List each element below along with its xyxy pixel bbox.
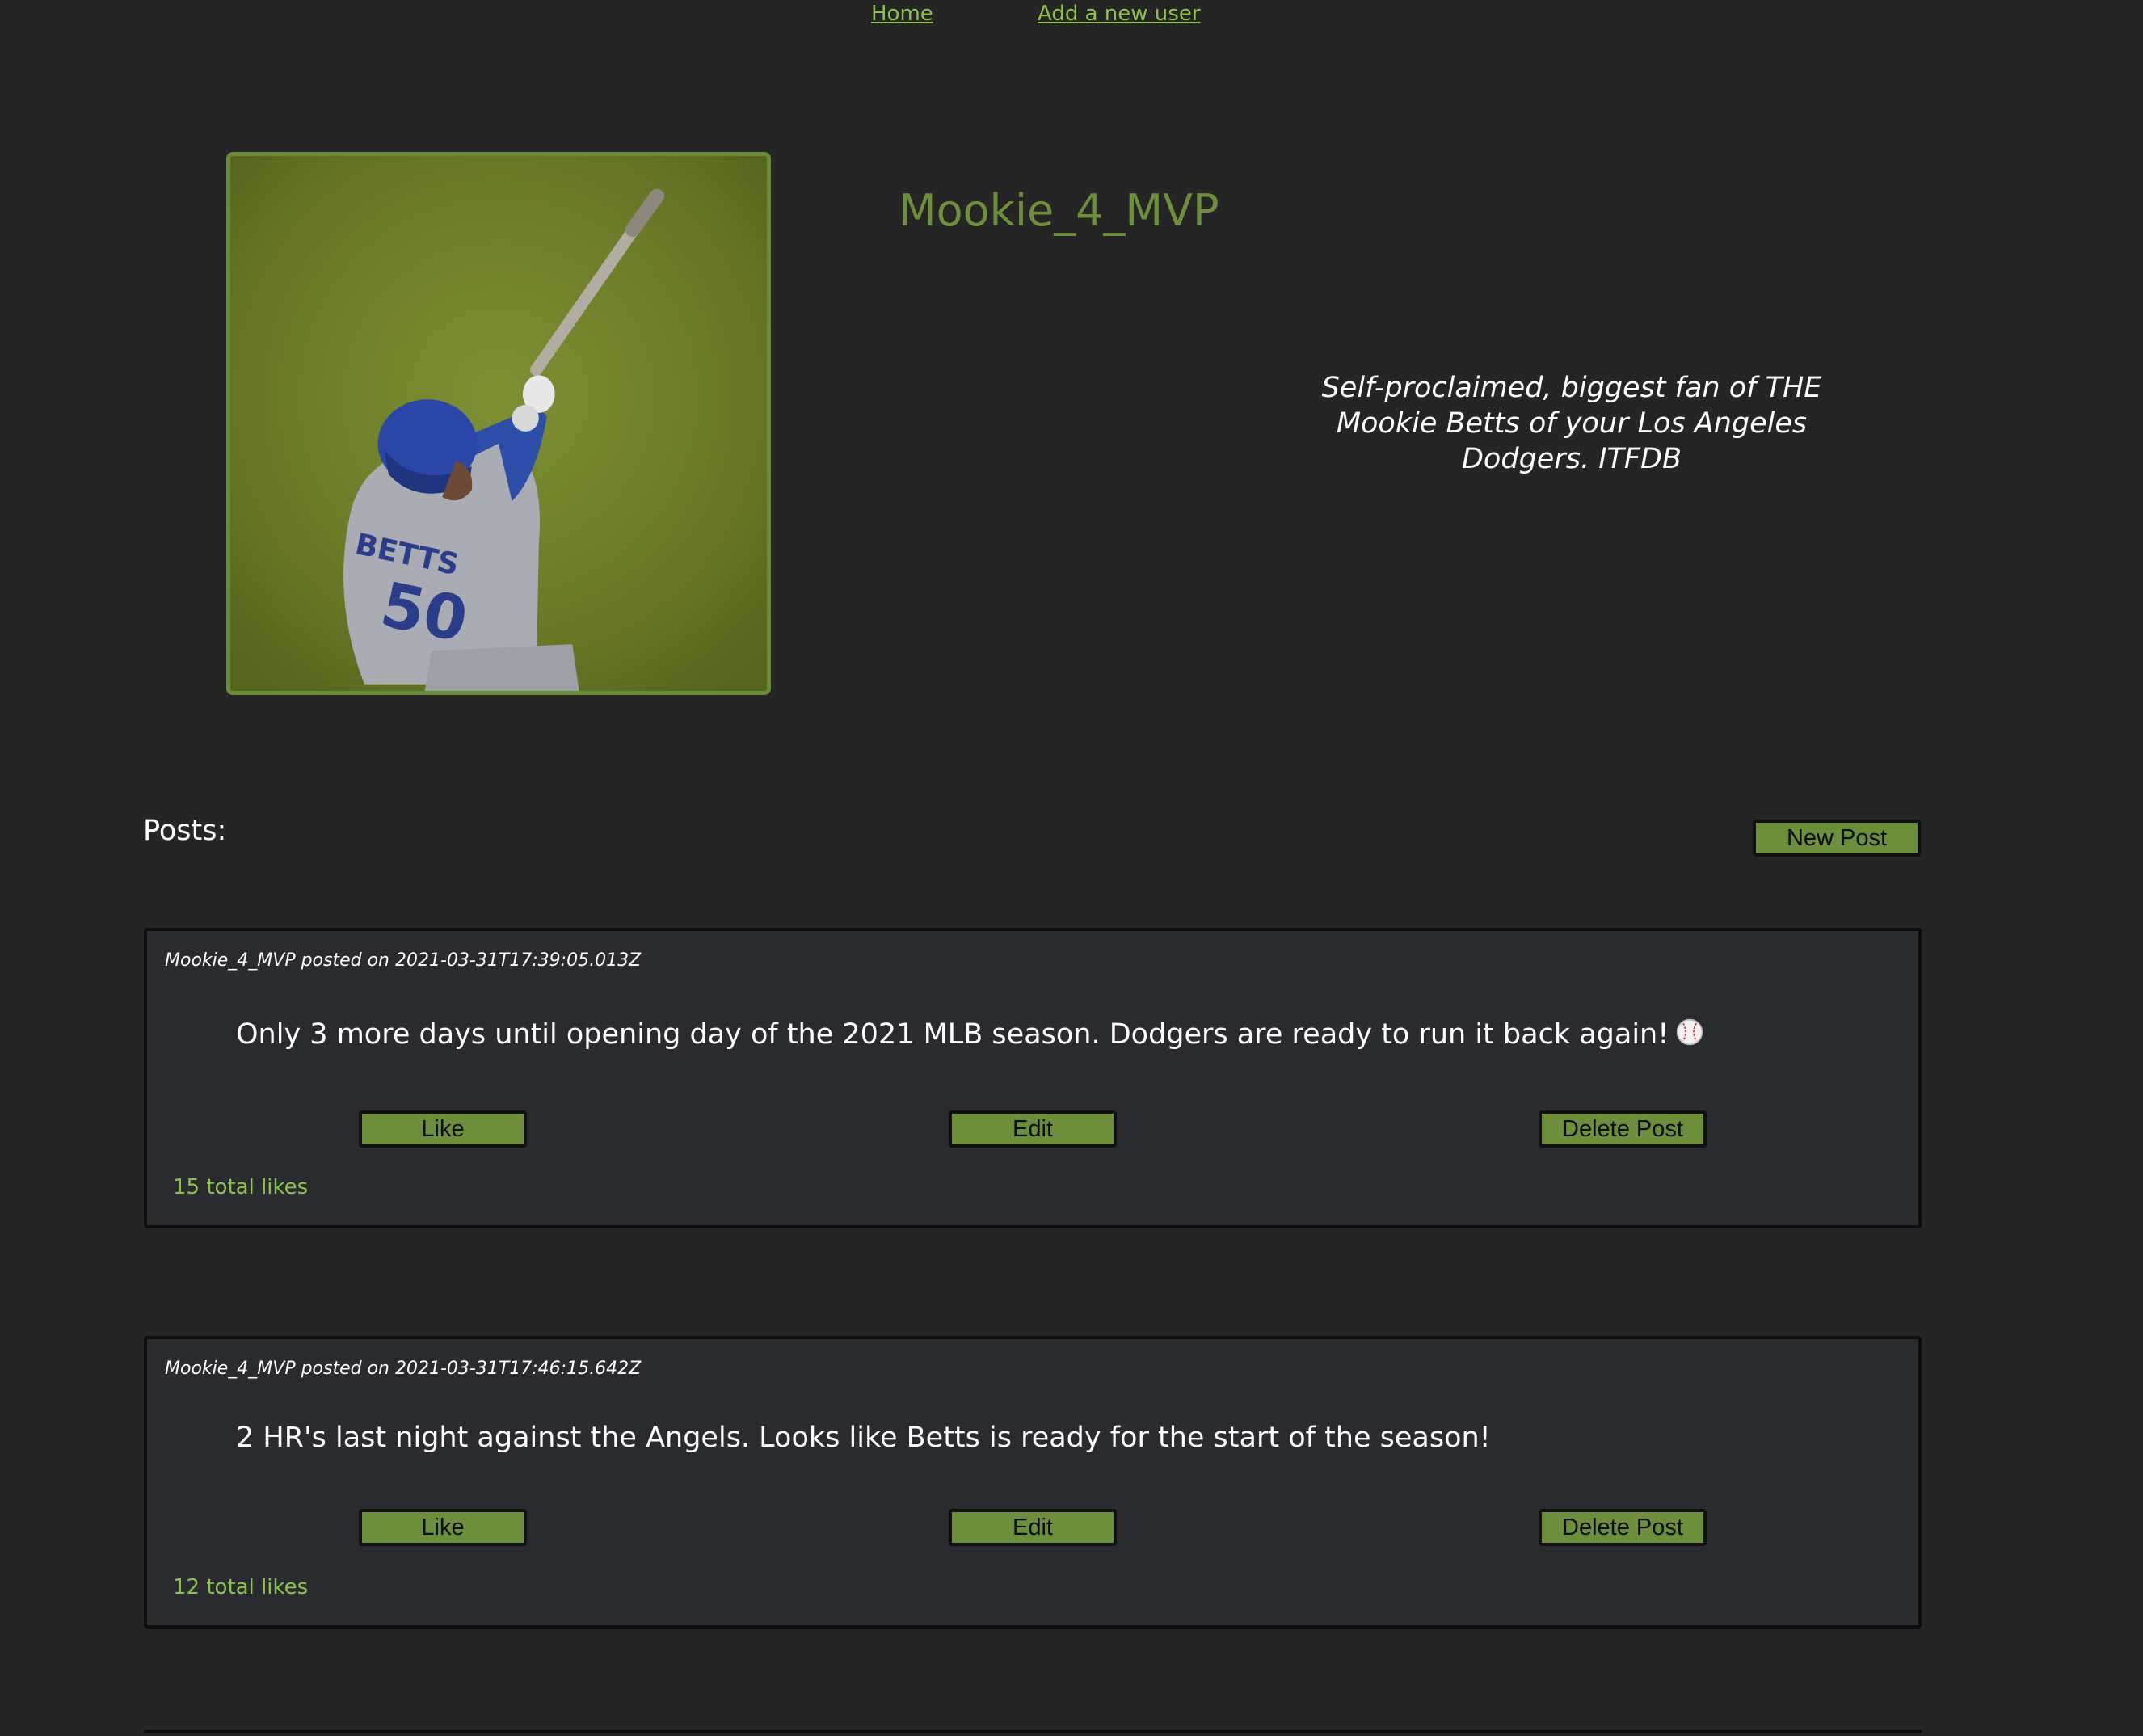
new-post-button[interactable]: New Post [1753,820,1921,857]
like-button[interactable]: Like [359,1509,527,1546]
post-body: Only 3 more days until opening day of th… [236,1015,1704,1054]
likes-count: 12 total likes [173,1575,309,1599]
baseball-icon [1677,1018,1703,1046]
likes-count: 15 total likes [173,1175,309,1199]
post-card: Mookie_4_MVP posted on 2021-03-31T17:39:… [144,928,1922,1228]
profile-avatar: BETTS 50 [226,152,771,695]
next-post-card-edge [144,1730,1922,1736]
like-button[interactable]: Like [359,1110,527,1148]
edit-button[interactable]: Edit [949,1509,1117,1546]
profile-bio: Self-proclaimed, biggest fan of THE Mook… [1321,372,1822,475]
post-meta: Mookie_4_MVP posted on 2021-03-31T17:39:… [165,950,642,971]
post-card: Mookie_4_MVP posted on 2021-03-31T17:46:… [144,1336,1922,1629]
delete-post-button[interactable]: Delete Post [1539,1509,1707,1546]
post-meta: Mookie_4_MVP posted on 2021-03-31T17:46:… [165,1359,642,1379]
delete-post-button[interactable]: Delete Post [1539,1110,1707,1148]
baseball-player-photo: BETTS 50 [230,156,767,691]
profile-username: Mookie_4_MVP [899,185,1219,236]
home-link[interactable]: Home [871,0,933,27]
posts-heading: Posts: [143,815,227,847]
post-text: Only 3 more days until opening day of th… [236,1018,1669,1051]
edit-button[interactable]: Edit [949,1110,1117,1148]
post-body: 2 HR's last night against the Angels. Lo… [236,1422,1491,1454]
add-user-link[interactable]: Add a new user [1038,0,1201,27]
top-nav: Home Add a new user [0,0,2143,32]
